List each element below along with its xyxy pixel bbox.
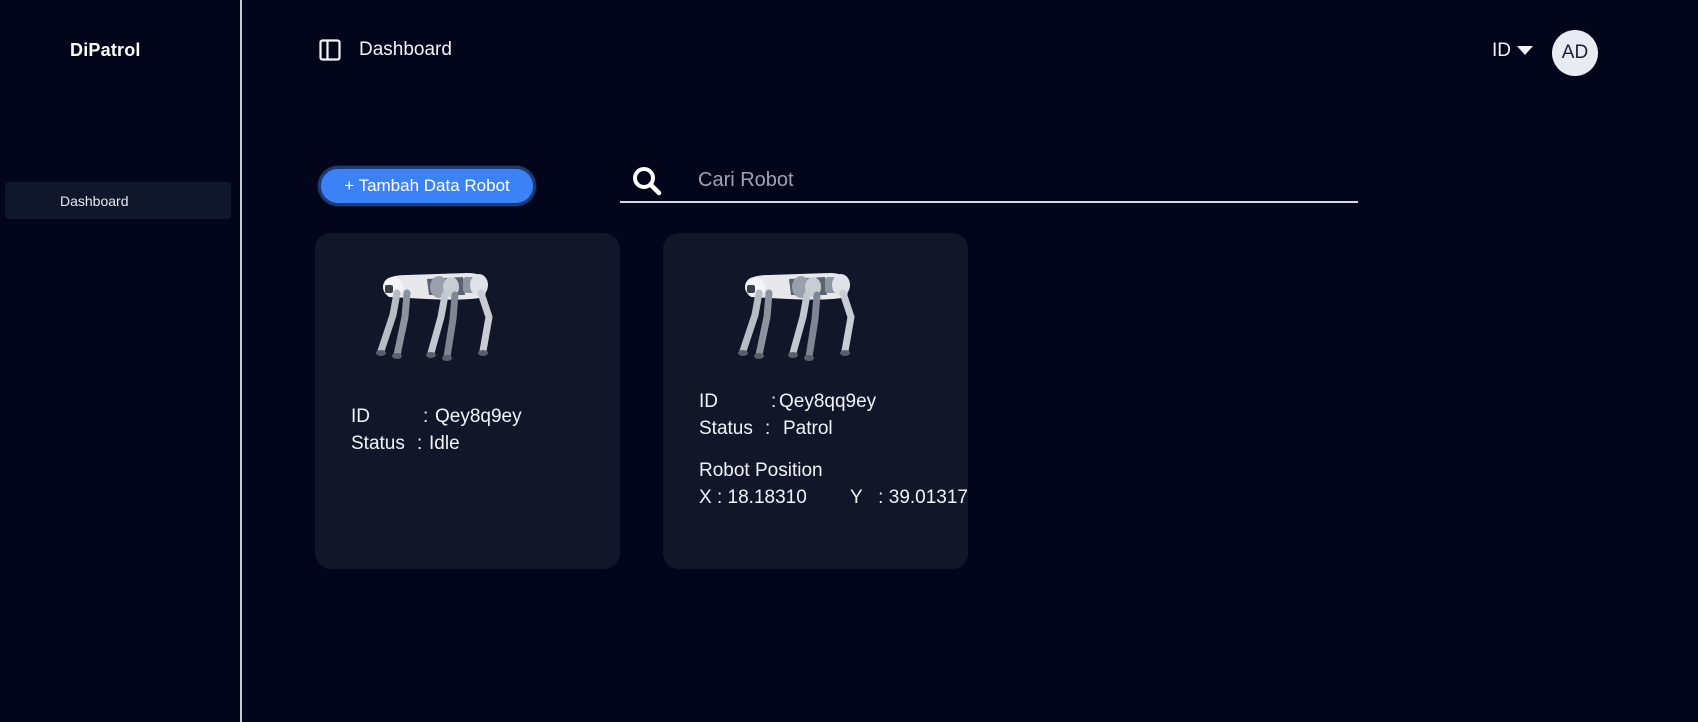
language-label: ID [1492,40,1511,61]
language-selector[interactable]: ID [1492,40,1533,62]
y-label: Y [850,487,863,508]
robot-position-title: Robot Position [699,460,823,481]
robot-status-row: Status : Idle [351,430,522,457]
robot-id-label: ID [699,391,718,412]
robot-card[interactable]: ID : Qey8qq9ey Status : Patrol Robot Pos… [663,233,968,569]
robot-status-value: Idle [429,433,460,454]
robot-id-row: ID : Qey8qq9ey [699,388,968,415]
robot-card[interactable]: ID : Qey8q9ey Status : Idle [315,233,620,569]
robot-id-row: ID : Qey8q9ey [351,403,522,430]
sidebar: DiPatrol Dashboard [0,0,242,722]
robot-info: ID : Qey8qq9ey Status : Patrol Robot Pos… [699,388,968,511]
x-value: 18.18310 [727,487,807,508]
add-robot-button[interactable]: + Tambah Data Robot [318,166,536,206]
avatar[interactable]: AD [1552,30,1598,76]
header-left: Dashboard [318,38,452,62]
robot-dog-image [367,265,507,361]
search-bar [620,160,1358,203]
robot-status-label: Status [351,433,405,454]
robot-status-value: Patrol [783,418,833,439]
sidebar-toggle-icon[interactable] [318,38,342,62]
robot-dog-image [729,265,869,361]
search-input[interactable] [696,164,1336,196]
robot-id-label: ID [351,406,370,427]
add-robot-button-label: + Tambah Data Robot [344,176,510,195]
robot-position-y: Y : 39.01317 [850,487,968,508]
app-root: DiPatrol Dashboard Dashboard ID AD + Tam… [0,0,1698,722]
page-title: Dashboard [359,39,452,60]
robot-status-label: Status [699,418,753,439]
sidebar-item-label: Dashboard [60,192,129,209]
search-icon[interactable] [632,166,662,196]
x-label: X [699,487,712,508]
y-value: 39.01317 [888,487,968,508]
avatar-initials: AD [1561,42,1589,63]
robot-position-x: X : 18.18310 [699,487,807,508]
robot-id-value: Qey8qq9ey [779,391,877,412]
sidebar-item-dashboard[interactable]: Dashboard [5,182,231,219]
robot-position-coords: X : 18.18310 Y : 39.01317 [699,484,968,511]
robot-status-row: Status : Patrol [699,415,968,442]
brand-logo: DiPatrol [70,40,141,60]
robot-id-value: Qey8q9ey [435,406,522,427]
robot-info: ID : Qey8q9ey Status : Idle [351,403,522,457]
caret-down-icon [1517,40,1533,62]
